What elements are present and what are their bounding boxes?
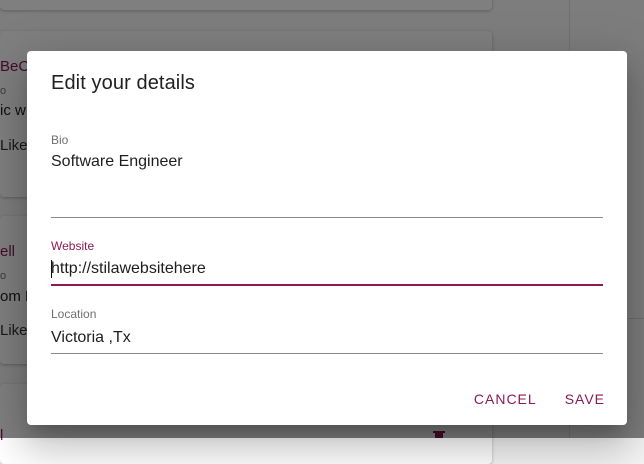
website-field[interactable]: Website http://stilawebsitehere bbox=[51, 239, 603, 289]
dialog-actions: CANCEL SAVE bbox=[466, 383, 627, 415]
location-label: Location bbox=[51, 307, 97, 321]
bio-underline bbox=[51, 217, 603, 218]
location-underline bbox=[51, 353, 603, 354]
website-label: Website bbox=[51, 239, 95, 253]
bio-label: Bio bbox=[51, 133, 69, 147]
bio-input[interactable]: Software Engineer bbox=[51, 153, 183, 171]
save-button[interactable]: SAVE bbox=[557, 385, 613, 413]
dialog-title: Edit your details bbox=[51, 72, 195, 94]
website-input[interactable]: http://stilawebsitehere bbox=[51, 260, 206, 278]
edit-details-dialog: Edit your details Bio Software Engineer … bbox=[27, 51, 627, 425]
website-underline-focused bbox=[51, 284, 603, 286]
bio-field[interactable]: Bio Software Engineer bbox=[51, 133, 603, 219]
location-field[interactable]: Location Victoria ,Tx bbox=[51, 307, 603, 357]
location-input[interactable]: Victoria ,Tx bbox=[51, 329, 131, 347]
cancel-button[interactable]: CANCEL bbox=[466, 385, 545, 413]
